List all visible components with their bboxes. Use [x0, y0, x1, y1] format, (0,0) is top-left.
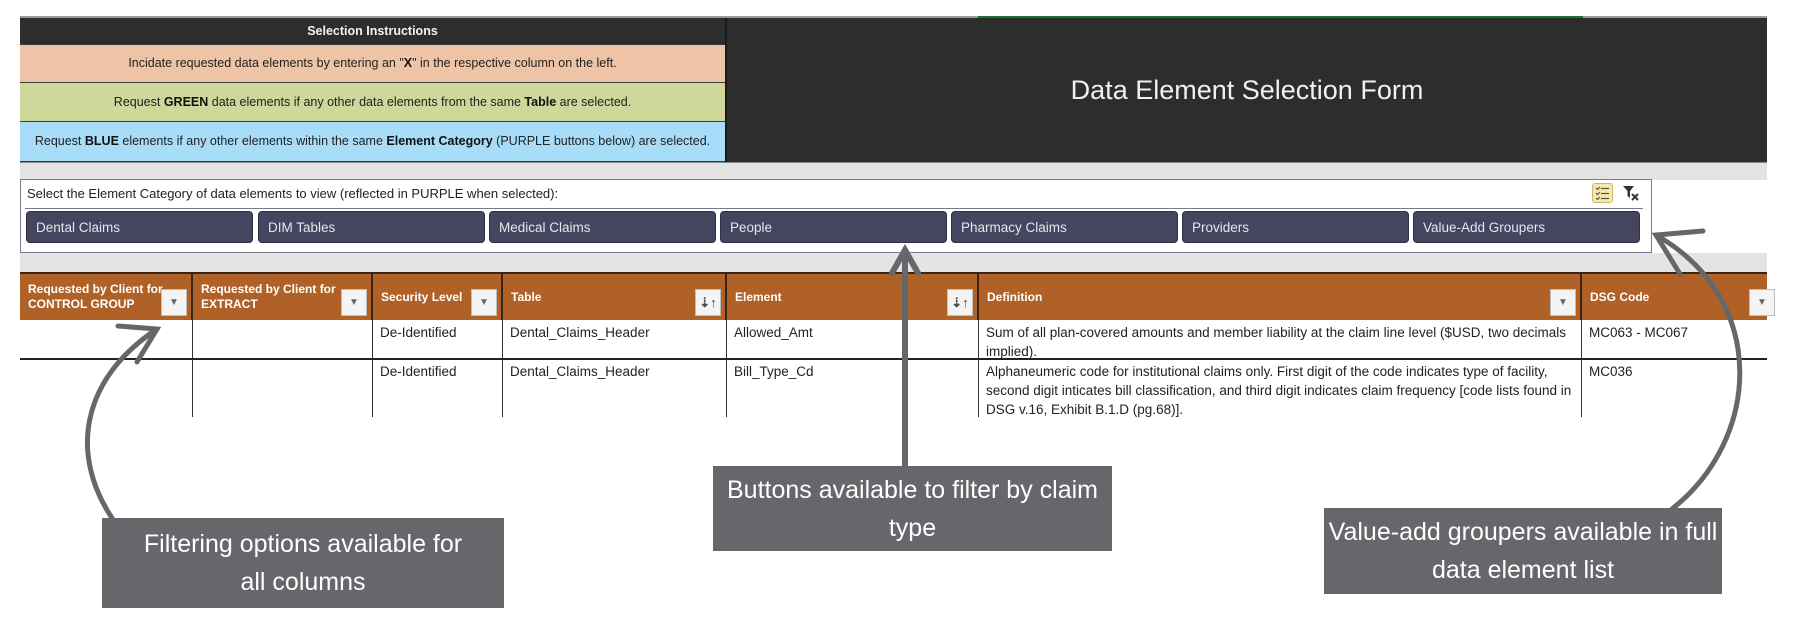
category-button-dim-tables[interactable]: DIM Tables: [258, 211, 485, 243]
sort-ascending-icon: ⇣↑: [951, 295, 969, 310]
column-header-label: Security Level: [381, 289, 463, 304]
cell-control-group[interactable]: [20, 320, 193, 359]
cell-element[interactable]: Allowed_Amt: [727, 320, 979, 359]
column-header-label: Requested by Client for CONTROL GROUP: [28, 282, 163, 311]
spacer-row: [20, 162, 1767, 180]
filter-dropdown-button[interactable]: ▼: [1749, 289, 1775, 316]
category-button-label: DIM Tables: [268, 219, 336, 235]
instruction-text: are selected.: [556, 94, 632, 109]
form-title-panel: Data Element Selection Form: [727, 18, 1767, 162]
callout-value-add-groupers: Value-add groupers available in full dat…: [1324, 508, 1722, 594]
column-header-label: Requested by Client for EXTRACT: [201, 282, 336, 311]
column-header-control-group: Requested by Client for CONTROL GROUP ▼: [20, 272, 193, 320]
instruction-text: Request: [34, 134, 85, 148]
instruction-text: " in the respective column on the left.: [412, 56, 617, 70]
category-button-pharmacy-claims[interactable]: Pharmacy Claims: [951, 211, 1178, 243]
instruction-text: Request: [113, 94, 164, 109]
category-button-label: Dental Claims: [36, 219, 121, 235]
category-button-label: Value-Add Groupers: [1423, 219, 1546, 235]
cell-extract[interactable]: [193, 320, 373, 359]
instruction-text: (PURPLE buttons below) are selected.: [492, 134, 711, 148]
column-header-definition: Definition ▼: [979, 272, 1582, 320]
column-header-label: Table: [511, 289, 542, 304]
callout-text: Value-add groupers available in full dat…: [1328, 518, 1718, 584]
category-button-people[interactable]: People: [720, 211, 947, 243]
instruction-blue-elements: Request BLUE elements if any other eleme…: [20, 122, 725, 162]
clear-filter-icon[interactable]: [1621, 183, 1641, 203]
chevron-down-icon: ▼: [169, 297, 179, 308]
spacer-row: [20, 253, 1767, 272]
column-header-label: Element: [735, 289, 782, 304]
column-header-label: DSG Code: [1590, 289, 1650, 304]
instruction-text: elements if any other elements within th…: [118, 134, 387, 148]
column-header-table: Table ⇣↑: [503, 272, 727, 320]
instruction-bold: Element Category: [386, 134, 493, 148]
category-button-value-add-groupers[interactable]: Value-Add Groupers: [1413, 211, 1640, 243]
column-header-dsg-code: DSG Code ▼: [1582, 272, 1775, 320]
column-header-label: Definition: [987, 289, 1043, 304]
cell-table[interactable]: Dental_Claims_Header: [503, 359, 727, 417]
category-button-dental-claims[interactable]: Dental Claims: [26, 211, 253, 243]
sort-filter-button[interactable]: ⇣↑: [695, 289, 721, 316]
filter-dropdown-button[interactable]: ▼: [471, 289, 497, 316]
category-button-providers[interactable]: Providers: [1182, 211, 1409, 243]
instructions-header: Selection Instructions: [20, 18, 725, 45]
cell-extract[interactable]: [193, 359, 373, 417]
category-button-label: Medical Claims: [499, 219, 591, 235]
filter-dropdown-button[interactable]: ▼: [161, 289, 187, 316]
cell-dsg-code[interactable]: MC036: [1582, 359, 1767, 417]
form-title: Data Element Selection Form: [1070, 74, 1424, 105]
category-button-label: People: [730, 219, 773, 235]
filter-dropdown-button[interactable]: ▼: [341, 289, 367, 316]
data-element-table: Requested by Client for CONTROL GROUP ▼ …: [20, 272, 1775, 417]
callout-text: Buttons available to filter by claim typ…: [726, 475, 1098, 542]
column-header-element: Element ⇣↑: [727, 272, 979, 320]
sort-ascending-icon: ⇣↑: [699, 295, 717, 310]
category-button-label: Providers: [1192, 219, 1250, 235]
slicer-toolbar: [1592, 183, 1641, 203]
selection-instructions-panel: Selection Instructions Incidate requeste…: [20, 18, 727, 162]
cell-definition[interactable]: Alphaneumeric code for institutional cla…: [979, 359, 1582, 417]
instruction-bold: Table: [524, 94, 557, 109]
category-button-label: Pharmacy Claims: [961, 219, 1067, 235]
cell-security-level[interactable]: De-Identified: [373, 320, 503, 359]
multi-select-icon[interactable]: [1592, 183, 1613, 203]
filter-dropdown-button[interactable]: ▼: [1550, 289, 1576, 316]
instruction-text: data elements if any other data elements…: [208, 94, 525, 109]
callout-filtering-options: Filtering options available for all colu…: [102, 518, 504, 608]
cell-table[interactable]: Dental_Claims_Header: [503, 320, 727, 359]
element-category-slicer: Select the Element Category of data elem…: [20, 179, 1652, 253]
category-button-medical-claims[interactable]: Medical Claims: [489, 211, 716, 243]
column-header-extract: Requested by Client for EXTRACT ▼: [193, 272, 373, 320]
instruction-bold: GREEN: [163, 94, 209, 109]
cell-dsg-code[interactable]: MC063 - MC067: [1582, 320, 1767, 359]
sort-filter-button[interactable]: ⇣↑: [947, 289, 973, 316]
chevron-down-icon: ▼: [349, 297, 359, 308]
callout-text: Filtering options available for all colu…: [143, 530, 463, 596]
slicer-caption: Select the Element Category of data elem…: [27, 186, 559, 201]
callout-category-buttons: Buttons available to filter by claim typ…: [713, 466, 1112, 551]
instruction-text: Incidate requested data elements by ente…: [128, 56, 404, 70]
instruction-enter-x: Incidate requested data elements by ente…: [20, 45, 725, 83]
chevron-down-icon: ▼: [1558, 297, 1568, 308]
instruction-bold: BLUE: [84, 134, 119, 148]
slicer-divider: [25, 208, 1643, 209]
cell-definition[interactable]: Sum of all plan-covered amounts and memb…: [979, 320, 1582, 359]
cell-element[interactable]: Bill_Type_Cd: [727, 359, 979, 417]
instruction-green-elements: Request GREEN data elements if any other…: [20, 83, 725, 122]
instruction-bold: X: [403, 56, 413, 70]
cell-security-level[interactable]: De-Identified: [373, 359, 503, 417]
chevron-down-icon: ▼: [479, 297, 489, 308]
cell-control-group[interactable]: [20, 359, 193, 417]
chevron-down-icon: ▼: [1757, 297, 1767, 308]
column-header-security-level: Security Level ▼: [373, 272, 503, 320]
